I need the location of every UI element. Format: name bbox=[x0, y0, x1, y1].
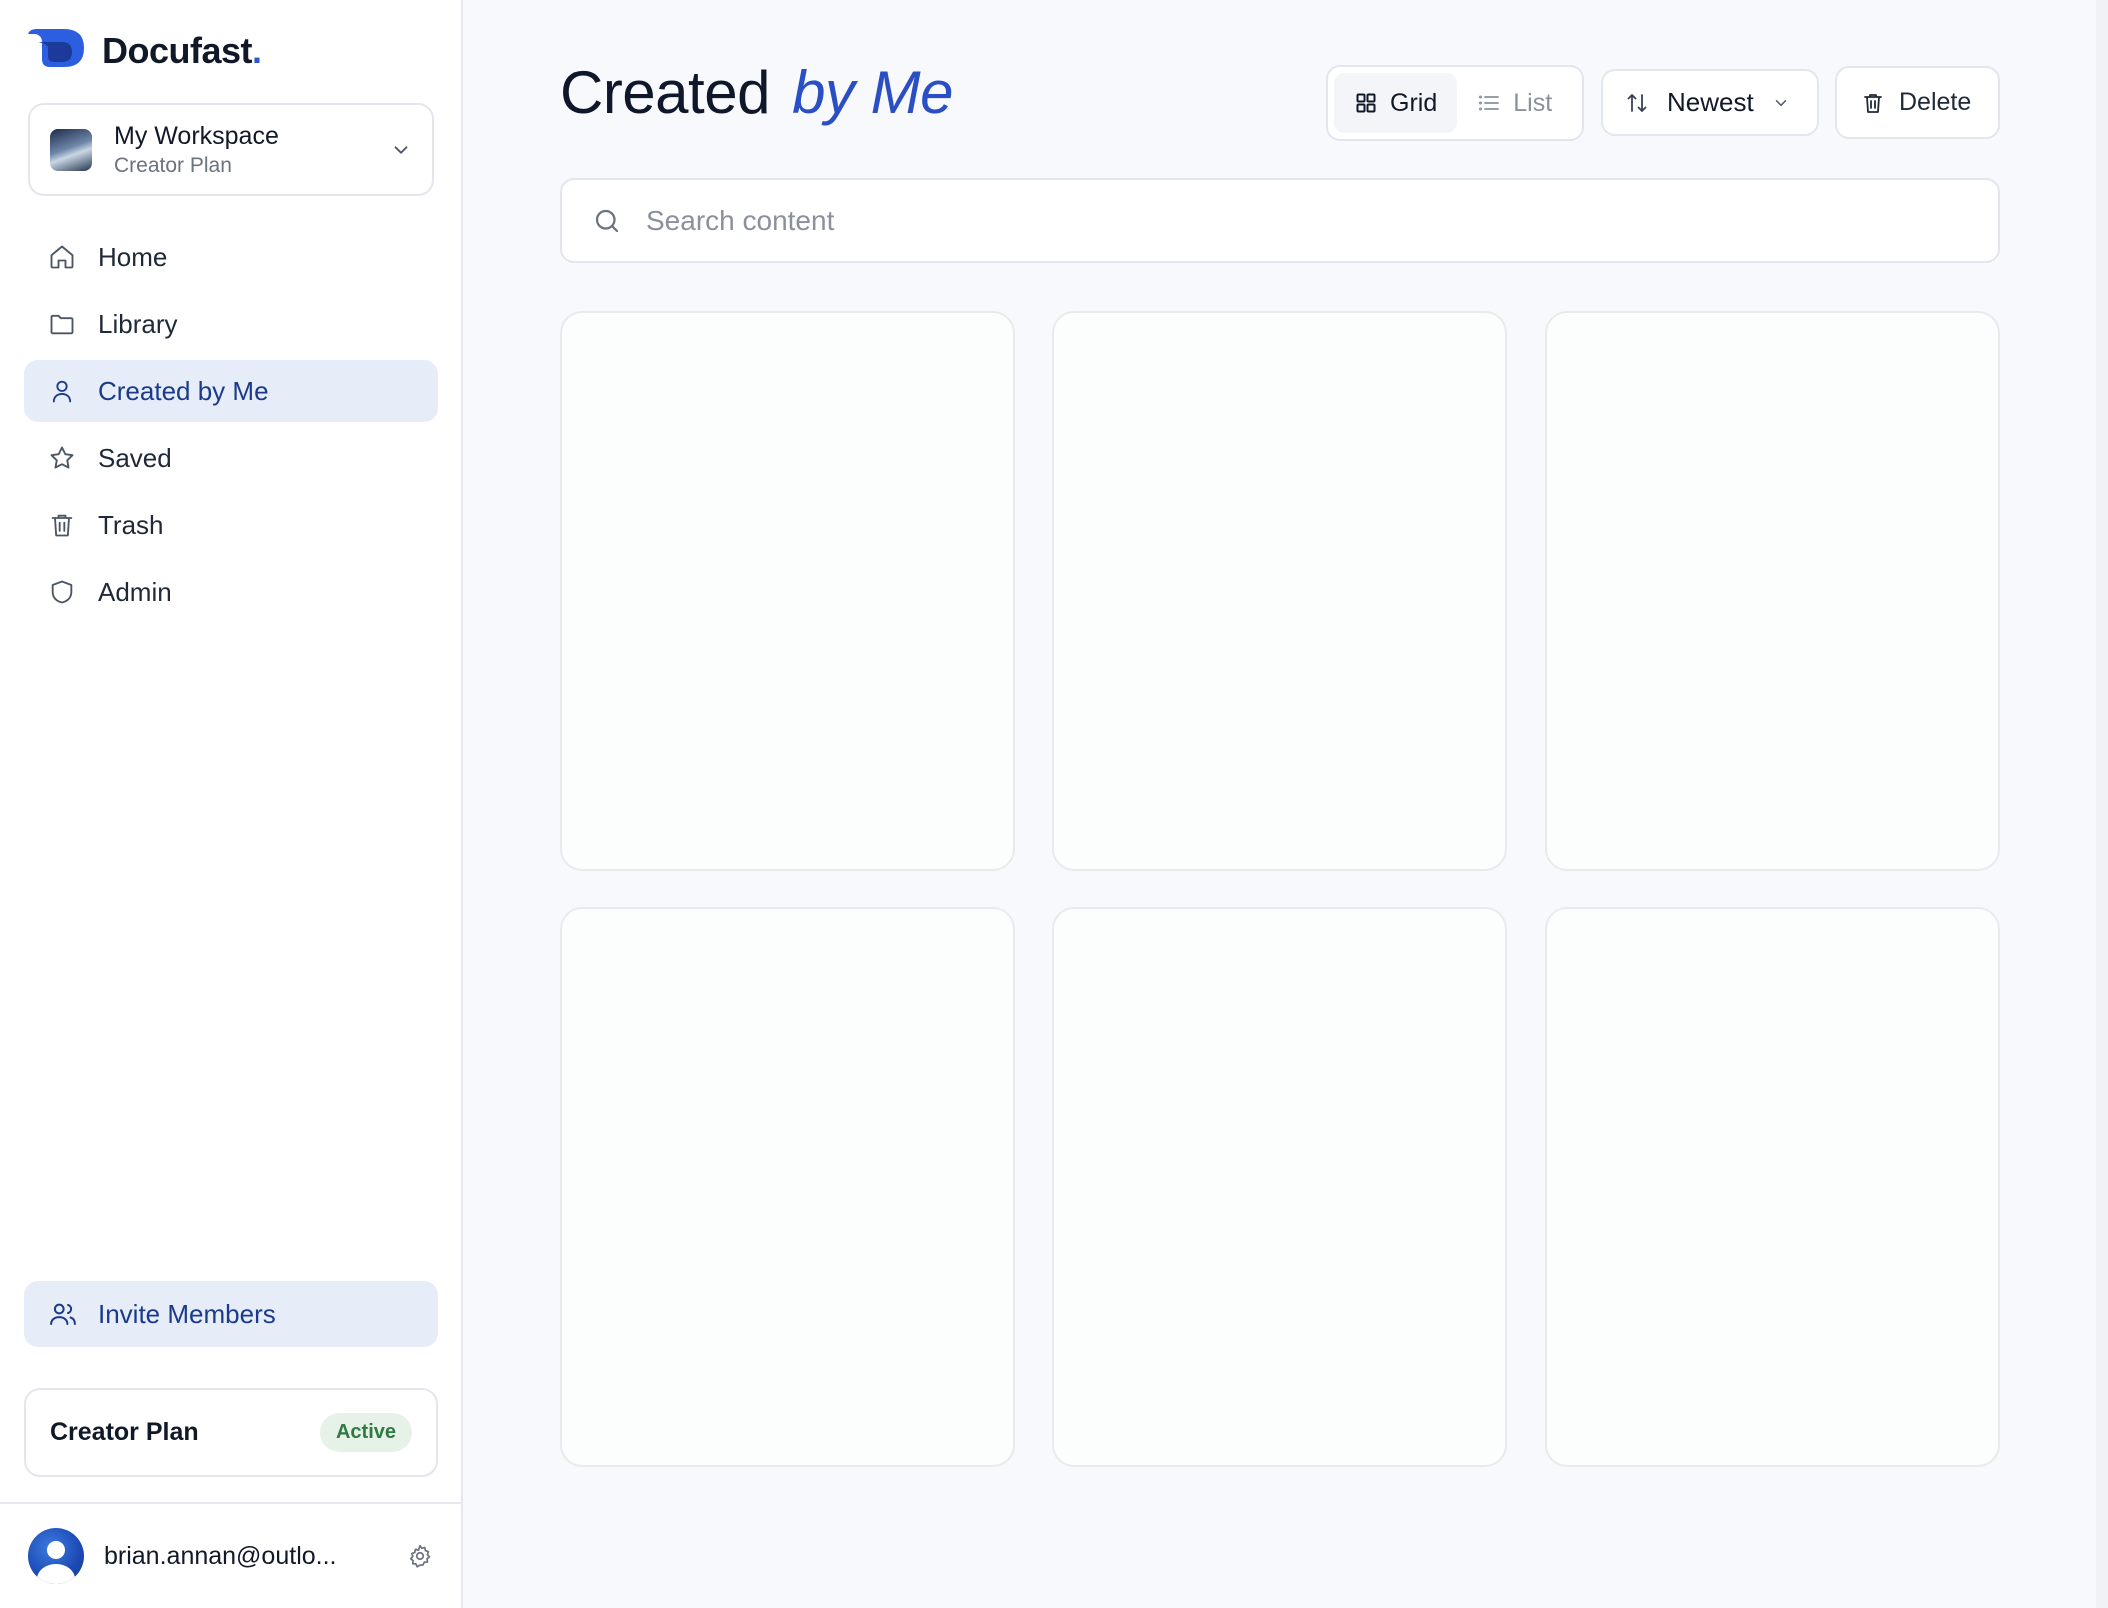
user-profile-bar: brian.annan@outlo... bbox=[0, 1502, 461, 1608]
trash-icon bbox=[48, 511, 76, 539]
sidebar-item-label: Library bbox=[98, 308, 178, 339]
grid-view-label: Grid bbox=[1390, 88, 1438, 117]
invite-members-button[interactable]: Invite Members bbox=[24, 1281, 438, 1347]
scrollbar[interactable] bbox=[2096, 0, 2108, 1608]
list-view-label: List bbox=[1513, 88, 1553, 117]
content-card[interactable] bbox=[1052, 907, 1507, 1467]
plan-name: Creator Plan bbox=[50, 1418, 199, 1446]
star-icon bbox=[48, 444, 76, 472]
search-icon bbox=[595, 209, 619, 232]
content-card[interactable] bbox=[1545, 311, 2000, 871]
sidebar-item-trash[interactable]: Trash bbox=[24, 494, 438, 556]
grid-icon bbox=[1356, 93, 1376, 113]
sidebar-item-created-by-me[interactable]: Created by Me bbox=[24, 360, 438, 422]
shield-icon bbox=[48, 578, 76, 606]
delete-button[interactable]: Delete bbox=[1835, 66, 2000, 139]
sort-label: Newest bbox=[1667, 87, 1754, 117]
sidebar-item-saved[interactable]: Saved bbox=[24, 427, 438, 489]
content-card[interactable] bbox=[560, 311, 1015, 871]
sort-icon bbox=[1627, 93, 1647, 112]
workspace-switcher[interactable]: My Workspace Creator Plan bbox=[28, 103, 434, 196]
search-bar bbox=[560, 178, 2000, 263]
sort-dropdown[interactable]: Newest bbox=[1601, 69, 1819, 136]
folder-icon bbox=[48, 310, 76, 338]
chevron-down-icon bbox=[394, 145, 408, 154]
grid-view-button[interactable]: Grid bbox=[1334, 73, 1458, 133]
sidebar-item-home[interactable]: Home bbox=[24, 226, 438, 288]
sidebar-item-label: Saved bbox=[98, 442, 172, 473]
workspace-plan: Creator Plan bbox=[114, 153, 232, 177]
sidebar-nav: Home Library Created by Me Saved Trash A… bbox=[24, 226, 438, 628]
sidebar: Docufast. My Workspace Creator Plan Home… bbox=[0, 0, 463, 1608]
status-badge: Active bbox=[319, 1413, 412, 1452]
brand[interactable]: Docufast. bbox=[28, 28, 262, 73]
sidebar-item-library[interactable]: Library bbox=[24, 293, 438, 355]
search-input[interactable] bbox=[646, 204, 1968, 237]
content-card[interactable] bbox=[560, 907, 1015, 1467]
users-icon bbox=[48, 1299, 78, 1329]
sidebar-item-label: Admin bbox=[98, 576, 172, 607]
avatar[interactable] bbox=[28, 1528, 84, 1584]
chevron-down-icon bbox=[1775, 99, 1786, 106]
home-icon bbox=[48, 243, 76, 271]
workspace-thumbnail bbox=[50, 128, 92, 171]
sidebar-item-admin[interactable]: Admin bbox=[24, 561, 438, 623]
sidebar-item-label: Home bbox=[98, 241, 168, 272]
gear-icon[interactable] bbox=[407, 1543, 433, 1569]
invite-members-label: Invite Members bbox=[98, 1298, 276, 1329]
sidebar-item-label: Trash bbox=[98, 509, 164, 540]
trash-icon bbox=[1864, 93, 1882, 113]
content-card[interactable] bbox=[1052, 311, 1507, 871]
list-view-button[interactable]: List bbox=[1457, 73, 1572, 133]
plan-card: Creator Plan Active bbox=[24, 1388, 438, 1477]
user-email: brian.annan@outlo... bbox=[104, 1541, 337, 1570]
docufast-logo-icon bbox=[28, 28, 86, 73]
delete-label: Delete bbox=[1899, 88, 1972, 116]
sidebar-item-label: Created by Me bbox=[98, 375, 269, 406]
content-card[interactable] bbox=[1545, 907, 2000, 1467]
workspace-name: My Workspace bbox=[114, 121, 279, 150]
view-toggle: Grid List bbox=[1326, 65, 1584, 141]
brand-name: Docufast. bbox=[102, 29, 262, 71]
page-title: Created by Me bbox=[560, 59, 954, 126]
list-icon bbox=[1479, 95, 1500, 111]
user-icon bbox=[48, 377, 76, 405]
